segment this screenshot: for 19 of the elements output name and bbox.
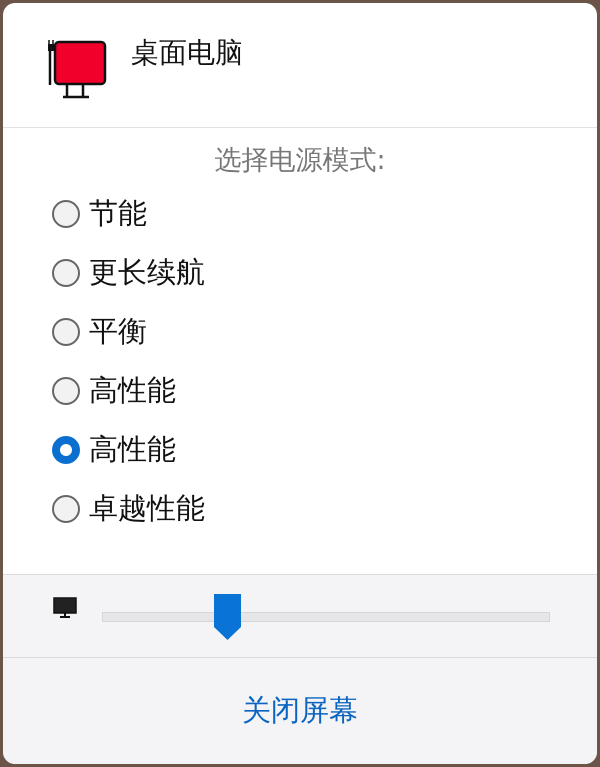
power-mode-option[interactable]: 更长续航 — [52, 243, 205, 302]
turn-off-screen-button[interactable]: 关闭屏幕 — [234, 687, 366, 735]
radio-button[interactable] — [52, 200, 80, 228]
power-mode-prompt: 选择电源模式: — [214, 144, 386, 178]
radio-button[interactable] — [52, 436, 80, 464]
monitor-plug-icon — [47, 37, 107, 99]
radio-button[interactable] — [52, 318, 80, 346]
monitor-icon — [53, 597, 77, 619]
slider-track[interactable] — [102, 594, 550, 640]
power-mode-option[interactable]: 高性能 — [52, 420, 176, 479]
radio-button[interactable] — [52, 494, 80, 522]
power-mode-option[interactable]: 高性能 — [52, 361, 176, 420]
slider-thumb[interactable] — [214, 594, 242, 640]
radio-button[interactable] — [52, 258, 80, 286]
power-mode-option[interactable]: 卓越性能 — [52, 479, 205, 538]
power-mode-option[interactable]: 平衡 — [52, 302, 147, 361]
power-mode-option[interactable]: 节能 — [52, 184, 147, 243]
device-title: 桌面电脑 — [131, 35, 243, 71]
radio-button[interactable] — [52, 376, 80, 404]
